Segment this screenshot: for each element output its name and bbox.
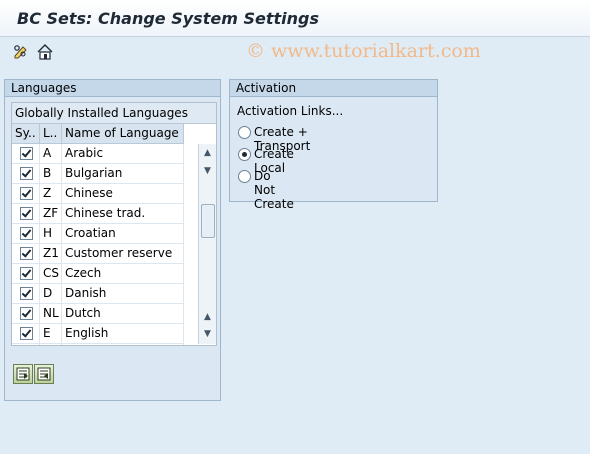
scroll-up-icon[interactable]: ▲: [201, 146, 214, 160]
row-checkbox-cell: [12, 164, 40, 183]
table-row[interactable]: Z1 Customer reserve: [12, 244, 184, 264]
language-code: FI: [40, 344, 62, 345]
language-checkbox[interactable]: [20, 227, 33, 240]
radio-button[interactable]: [238, 170, 251, 183]
languages-table: Globally Installed Languages Sy.. L.. Na…: [11, 102, 217, 346]
activation-group-title: Activation: [230, 80, 437, 97]
title-bar: BC Sets: Change System Settings: [0, 0, 590, 37]
scrollbar-thumb[interactable]: [201, 204, 215, 238]
language-checkbox[interactable]: [20, 247, 33, 260]
language-checkbox[interactable]: [20, 207, 33, 220]
row-checkbox-cell: [12, 184, 40, 203]
scroll-page-up-icon[interactable]: ▼: [201, 164, 214, 178]
radio-button[interactable]: [238, 126, 251, 139]
language-name: Chinese: [62, 184, 184, 203]
language-checkbox[interactable]: [20, 287, 33, 300]
language-name: Bulgarian: [62, 164, 184, 183]
table-row[interactable]: A Arabic: [12, 144, 184, 164]
language-name: Dutch: [62, 304, 184, 323]
row-checkbox-cell: [12, 244, 40, 263]
language-code: D: [40, 284, 62, 303]
table-row[interactable]: D Danish: [12, 284, 184, 304]
vertical-scrollbar[interactable]: ▲ ▼ ▲ ▼: [198, 144, 216, 344]
language-code: Z: [40, 184, 62, 203]
hierarchy-icon[interactable]: [36, 43, 54, 61]
column-header-lang-key[interactable]: L..: [40, 124, 62, 143]
language-code: CS: [40, 264, 62, 283]
table-row[interactable]: Z Chinese: [12, 184, 184, 204]
language-checkbox[interactable]: [20, 187, 33, 200]
language-name: Chinese trad.: [62, 204, 184, 223]
table-caption: Globally Installed Languages: [12, 103, 216, 124]
table-row[interactable]: NL Dutch: [12, 304, 184, 324]
table-body: A Arabic B Bulgarian Z Chinese ZF Chinese trad.…: [12, 144, 184, 345]
edit-glasses-icon[interactable]: [12, 43, 30, 61]
language-checkbox[interactable]: [20, 327, 33, 340]
languages-group: Languages Globally Installed Languages S…: [4, 79, 221, 401]
language-checkbox[interactable]: [20, 267, 33, 280]
table-row[interactable]: H Croatian: [12, 224, 184, 244]
language-name: English: [62, 324, 184, 343]
language-checkbox[interactable]: [20, 307, 33, 320]
row-checkbox-cell: [12, 304, 40, 323]
radio-label[interactable]: Do Not Create: [254, 169, 294, 211]
language-code: Z1: [40, 244, 62, 263]
window-title: BC Sets: Change System Settings: [17, 9, 319, 28]
scroll-down-icon[interactable]: ▼: [201, 327, 214, 341]
column-header-sy[interactable]: Sy..: [12, 124, 40, 143]
language-name: Czech: [62, 264, 184, 283]
table-header: Sy.. L.. Name of Language: [12, 124, 184, 144]
watermark-text: © www.tutorialkart.com: [246, 40, 481, 62]
language-name: Arabic: [62, 144, 184, 163]
radio-button[interactable]: [238, 148, 251, 161]
language-code: A: [40, 144, 62, 163]
languages-group-title: Languages: [5, 80, 220, 97]
language-name: Danish: [62, 284, 184, 303]
table-row[interactable]: FIFinnish: [12, 344, 184, 345]
row-checkbox-cell: [12, 144, 40, 163]
language-code: H: [40, 224, 62, 243]
language-name: Croatian: [62, 224, 184, 243]
row-checkbox-cell: [12, 204, 40, 223]
row-checkbox-cell: [12, 284, 40, 303]
scroll-page-down-icon[interactable]: ▲: [201, 310, 214, 324]
language-name: Finnish: [62, 344, 184, 345]
row-checkbox-cell: [12, 344, 40, 345]
language-code: ZF: [40, 204, 62, 223]
language-code: B: [40, 164, 62, 183]
table-row[interactable]: CS Czech: [12, 264, 184, 284]
language-checkbox[interactable]: [20, 147, 33, 160]
language-name: Customer reserve: [62, 244, 184, 263]
table-row[interactable]: E English: [12, 324, 184, 344]
row-checkbox-cell: [12, 224, 40, 243]
language-checkbox[interactable]: [20, 167, 33, 180]
deselect-all-icon[interactable]: [34, 364, 54, 384]
table-row[interactable]: B Bulgarian: [12, 164, 184, 184]
language-code: NL: [40, 304, 62, 323]
row-checkbox-cell: [12, 324, 40, 343]
column-header-name[interactable]: Name of Language: [62, 124, 184, 143]
table-row[interactable]: ZF Chinese trad.: [12, 204, 184, 224]
activation-group: Activation Activation Links... Create + …: [229, 79, 438, 211]
row-checkbox-cell: [12, 264, 40, 283]
activation-links-label: Activation Links...: [237, 104, 344, 118]
select-all-icon[interactable]: [13, 364, 33, 384]
language-code: E: [40, 324, 62, 343]
